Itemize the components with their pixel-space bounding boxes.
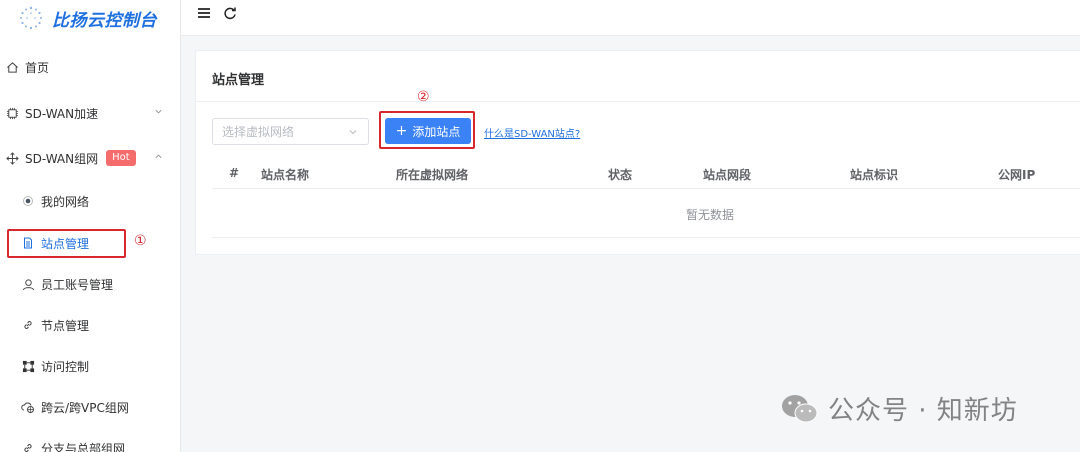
- link-icon: [21, 441, 35, 452]
- nodes-icon: [21, 359, 35, 373]
- column-header: 所在虚拟网络: [396, 168, 469, 182]
- user-icon: [21, 277, 35, 291]
- logo-dots-icon: [20, 6, 42, 30]
- table-header: # 站点名称 所在虚拟网络 状态 站点网段 站点标识 公网IP: [212, 159, 1080, 189]
- plus-icon: +: [395, 123, 408, 139]
- wechat-icon: [782, 394, 818, 422]
- card-divider: [196, 101, 1080, 102]
- sidebar: 比扬云控制台 首页 SD-WAN加速 SD-WAN组网 Hot 我的网络 站点管…: [0, 0, 181, 452]
- cloud-globe-icon: [21, 400, 35, 414]
- site-management-card: 站点管理 选择虚拟网络 ② + 添加站点 什么是SD-WAN站点? # 站点名称…: [195, 50, 1080, 255]
- highlight-box-site-management: [7, 229, 126, 258]
- sidebar-item-label: 跨云/跨VPC组网: [41, 400, 129, 415]
- empty-table-row: 暂无数据: [212, 190, 1080, 238]
- sidebar-item-cross-cloud[interactable]: 跨云/跨VPC组网: [0, 395, 181, 419]
- empty-text: 暂无数据: [686, 208, 735, 222]
- sidebar-item-label: SD-WAN组网: [25, 151, 99, 166]
- home-icon: [5, 60, 19, 74]
- page-title: 站点管理: [212, 73, 265, 88]
- menu-toggle-icon[interactable]: [197, 6, 211, 20]
- what-is-site-link[interactable]: 什么是SD-WAN站点?: [484, 125, 580, 140]
- sidebar-item-branch-hq[interactable]: 分支与总部组网: [0, 436, 181, 452]
- select-placeholder: 选择虚拟网络: [222, 125, 295, 139]
- link-icon: [21, 318, 35, 332]
- chevron-up-icon: [154, 152, 164, 162]
- sidebar-item-access-control[interactable]: 访问控制: [0, 354, 181, 378]
- sidebar-item-employee-accounts[interactable]: 员工账号管理: [0, 272, 181, 296]
- refresh-icon[interactable]: [223, 6, 237, 20]
- column-header: 公网IP: [998, 168, 1036, 182]
- sidebar-item-label: 首页: [25, 60, 50, 75]
- column-header: #: [229, 166, 240, 180]
- sidebar-item-my-network[interactable]: 我的网络: [0, 189, 181, 213]
- column-header: 站点标识: [850, 168, 899, 182]
- chip-icon: [5, 106, 19, 120]
- sidebar-item-label: 我的网络: [41, 194, 90, 209]
- sidebar-item-label: 员工账号管理: [41, 277, 114, 292]
- sidebar-item-sdwan-accel[interactable]: SD-WAN加速: [0, 101, 181, 125]
- radio-dot-icon: [21, 194, 35, 208]
- column-header: 站点名称: [261, 168, 310, 182]
- top-bar: [181, 0, 1080, 36]
- sidebar-item-label: 访问控制: [41, 359, 90, 374]
- sidebar-item-label: 节点管理: [41, 318, 90, 333]
- sidebar-item-home[interactable]: 首页: [0, 55, 181, 79]
- add-site-label: 添加站点: [412, 124, 461, 139]
- virtual-network-select[interactable]: 选择虚拟网络: [212, 118, 369, 145]
- logo-text: 比扬云控制台: [52, 10, 157, 31]
- annotation-marker-1: ①: [134, 233, 147, 249]
- add-site-button[interactable]: + 添加站点: [385, 118, 471, 144]
- network-move-icon: [5, 151, 19, 165]
- sidebar-item-node-management[interactable]: 节点管理: [0, 313, 181, 337]
- hot-badge: Hot: [106, 150, 136, 166]
- sidebar-item-label: 分支与总部组网: [41, 441, 126, 452]
- column-header: 状态: [608, 168, 633, 182]
- logo[interactable]: 比扬云控制台: [18, 4, 157, 32]
- sidebar-item-sdwan-network[interactable]: SD-WAN组网 Hot: [0, 146, 181, 170]
- column-header: 站点网段: [703, 168, 752, 182]
- chevron-down-icon: [154, 107, 164, 117]
- annotation-marker-2: ②: [417, 89, 430, 105]
- watermark-text: 公众号 · 知新坊: [828, 396, 1018, 426]
- chevron-down-icon: [348, 127, 358, 140]
- sidebar-item-label: SD-WAN加速: [25, 106, 99, 121]
- watermark: 公众号 · 知新坊: [780, 390, 1018, 427]
